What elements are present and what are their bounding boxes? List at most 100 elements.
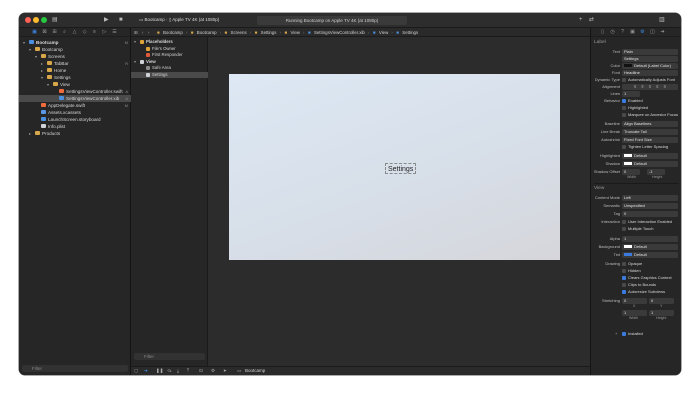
identity-inspector-tab-icon[interactable]: ▣	[629, 29, 636, 35]
breadcrumb-item[interactable]: View	[379, 28, 388, 37]
nav-item-assets-xcassets[interactable]: Assets.xcassets	[19, 109, 131, 116]
clips-to-bounds-checkbox[interactable]	[622, 282, 626, 287]
shadow-offset-width-field[interactable]: 0	[622, 168, 640, 175]
outline-item-settings[interactable]: Settings	[131, 71, 208, 78]
autoshrink-select[interactable]: Fixed Font Size	[622, 136, 678, 143]
file-inspector-tab-icon[interactable]: ▯	[599, 29, 606, 35]
clears-graphics-checkbox[interactable]	[622, 275, 626, 280]
sidebar-toggle-icon[interactable]: ▤	[52, 16, 58, 24]
run-button-icon[interactable]: ▶	[104, 16, 109, 24]
find-tab-icon[interactable]: ⌕	[61, 29, 68, 35]
scheme-selector[interactable]: ▭ Bootcamp › ▯ Apple TV 4K (at 1080p)	[139, 16, 219, 24]
back-icon[interactable]: ‹	[142, 28, 143, 37]
disclosure-arrow-icon[interactable]: ▸	[41, 60, 43, 67]
memory-graph-icon[interactable]: ⚙	[211, 367, 215, 375]
breakpoints-toggle-icon[interactable]: ➜	[144, 367, 148, 375]
zoom-window-button[interactable]	[41, 17, 47, 23]
text-content-field[interactable]: Settings	[622, 55, 678, 62]
breakpoint-tab-icon[interactable]: ▷	[101, 29, 108, 35]
quick-help-tab-icon[interactable]: ?	[619, 29, 626, 35]
highlighted-checkbox[interactable]	[622, 105, 626, 110]
nav-item-view[interactable]: ▾ View	[19, 81, 131, 88]
tighten-checkbox[interactable]	[622, 144, 626, 149]
source-control-tab-icon[interactable]: ⊠	[41, 29, 48, 35]
background-color-select[interactable]: Default	[622, 243, 678, 250]
disclosure-arrow-icon[interactable]: ▾	[29, 46, 31, 53]
connections-inspector-tab-icon[interactable]: ➜	[659, 29, 666, 35]
debug-area-toggle-icon[interactable]: ▢	[134, 367, 138, 375]
breadcrumb-item[interactable]: SettingsViewController.xib	[314, 28, 365, 37]
nav-item-launchscreen-storyboard[interactable]: LaunchScreen.storyboard	[19, 116, 131, 123]
disclosure-arrow-icon[interactable]: ▸	[41, 67, 43, 74]
hidden-checkbox[interactable]	[622, 268, 626, 273]
step-over-icon[interactable]: ⤼	[167, 367, 172, 375]
breadcrumb-item[interactable]: Settings	[261, 28, 277, 37]
nav-item-tabbar[interactable]: ▸ TabBar R	[19, 60, 131, 67]
highlighted-color-select[interactable]: Default	[622, 152, 678, 159]
forward-icon[interactable]: ›	[148, 28, 149, 37]
inspector-toggle-icon[interactable]: ▥	[659, 16, 665, 24]
dynamic-type-checkbox[interactable]	[622, 77, 626, 82]
nav-item-bootcamp[interactable]: ▾ Bootcamp	[19, 46, 131, 53]
settings-label[interactable]: Settings	[385, 163, 417, 174]
disclosure-arrow-icon[interactable]: ▾	[35, 53, 37, 60]
nav-item-products[interactable]: ▸ Products	[19, 130, 131, 137]
issue-tab-icon[interactable]: △	[71, 29, 78, 35]
size-inspector-tab-icon[interactable]: ◫	[649, 29, 656, 35]
stretch-width-field[interactable]: 1	[622, 309, 647, 316]
disclosure-arrow-icon[interactable]: ▸	[29, 130, 31, 137]
content-mode-select[interactable]: Left	[622, 194, 678, 201]
text-type-select[interactable]: Plain	[622, 48, 678, 55]
nav-item-info-plist[interactable]: Info.plist	[19, 123, 131, 130]
nav-item-appdelegate-swift[interactable]: AppDelegate.swift M	[19, 102, 131, 109]
alpha-field[interactable]: 1	[622, 235, 678, 242]
pause-icon[interactable]: ❚❚	[156, 367, 164, 375]
close-window-button[interactable]	[25, 17, 31, 23]
ib-canvas[interactable]: Settings	[208, 37, 590, 367]
add-variation-icon[interactable]: +	[615, 330, 617, 337]
editor-options-icon[interactable]: ⇄	[589, 16, 594, 24]
multiple-touch-checkbox[interactable]	[622, 226, 626, 231]
baseline-select[interactable]: Align Baselines	[622, 120, 678, 127]
debug-target-name[interactable]: Bootcamp	[245, 367, 265, 375]
disclosure-arrow-icon[interactable]: ▾	[23, 39, 25, 46]
breadcrumb-item[interactable]: Screens	[231, 28, 247, 37]
breadcrumb-item[interactable]: View	[291, 28, 300, 37]
font-field[interactable]: Headline	[622, 69, 678, 76]
debug-tab-icon[interactable]: ≡	[91, 29, 98, 35]
stretch-height-field[interactable]: 1	[649, 309, 674, 316]
report-tab-icon[interactable]: ☰	[111, 29, 118, 35]
disclosure-arrow-icon[interactable]: ▾	[41, 74, 43, 81]
breadcrumb-item[interactable]: Settings	[402, 28, 418, 37]
line-break-select[interactable]: Truncate Tail	[622, 128, 678, 135]
navigator-filter-input[interactable]: Filter	[22, 365, 128, 372]
stop-button-icon[interactable]: ■	[119, 16, 123, 24]
symbol-tab-icon[interactable]: ⊞	[51, 29, 58, 35]
stretch-y-field[interactable]: 0	[649, 297, 674, 304]
nav-item-settings[interactable]: ▾ Settings	[19, 74, 131, 81]
enabled-checkbox[interactable]	[622, 98, 626, 103]
marquee-checkbox[interactable]	[622, 112, 626, 117]
breadcrumb-item[interactable]: Bootcamp	[163, 28, 183, 37]
related-items-icon[interactable]: ⊞	[134, 28, 138, 37]
test-tab-icon[interactable]: ◇	[81, 29, 88, 35]
user-interaction-checkbox[interactable]	[622, 219, 626, 224]
autoresize-checkbox[interactable]	[622, 289, 626, 294]
stretch-x-field[interactable]: 0	[622, 297, 647, 304]
installed-checkbox[interactable]	[622, 331, 626, 336]
breadcrumb-item[interactable]: Bootcamp	[197, 28, 217, 37]
outline-filter-input[interactable]: Filter	[134, 353, 205, 360]
step-out-icon[interactable]: ⤒	[187, 367, 189, 375]
history-inspector-tab-icon[interactable]: ◷	[609, 29, 616, 35]
step-in-icon[interactable]: ⤓	[177, 367, 179, 375]
attributes-inspector-tab-icon[interactable]: ⚙	[639, 29, 646, 35]
shadow-color-select[interactable]: Default	[622, 160, 678, 167]
view-debugger-icon[interactable]: ⊡	[199, 367, 203, 375]
disclosure-arrow-icon[interactable]: ▾	[47, 81, 49, 88]
semantic-select[interactable]: Unspecified	[622, 202, 678, 209]
shadow-offset-height-field[interactable]: -1	[647, 168, 665, 175]
tint-color-select[interactable]: Default	[622, 251, 678, 258]
opaque-checkbox[interactable]	[622, 261, 626, 266]
alignment-segmented-control[interactable]: ≡ ≡ ≡ ≡ ≡	[622, 83, 678, 90]
simulate-location-icon[interactable]: ➤	[223, 367, 227, 375]
